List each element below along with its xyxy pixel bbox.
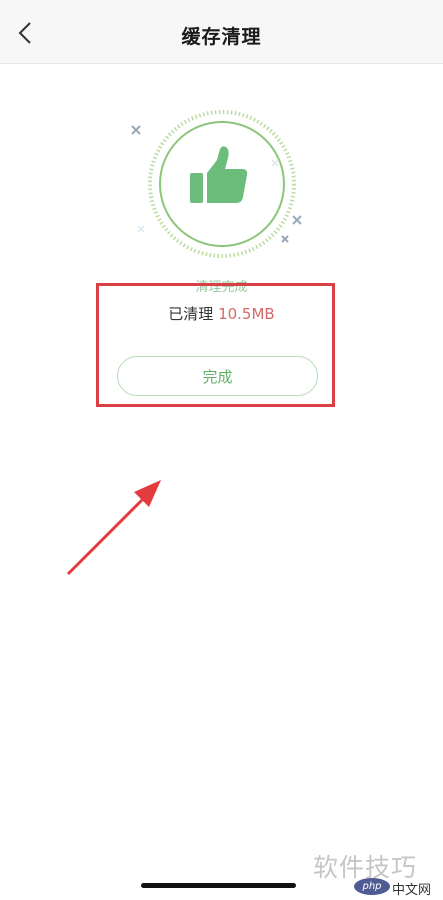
cleaned-summary: 已清理 10.5MB [0, 303, 443, 324]
cleaned-amount: 10.5MB [218, 305, 275, 323]
navigation-bar: 缓存清理 [0, 0, 443, 64]
site-watermark: 中文网 [392, 883, 432, 898]
done-button[interactable]: 完成 [117, 356, 318, 396]
page-title: 缓存清理 [181, 26, 262, 48]
thumbs-up-icon [190, 146, 248, 203]
annotation-arrow-icon [66, 480, 161, 576]
home-indicator[interactable] [141, 883, 296, 888]
cleaned-label: 已清理 [168, 305, 214, 323]
php-logo: php [354, 878, 390, 895]
clean-complete-graphic [127, 108, 317, 258]
